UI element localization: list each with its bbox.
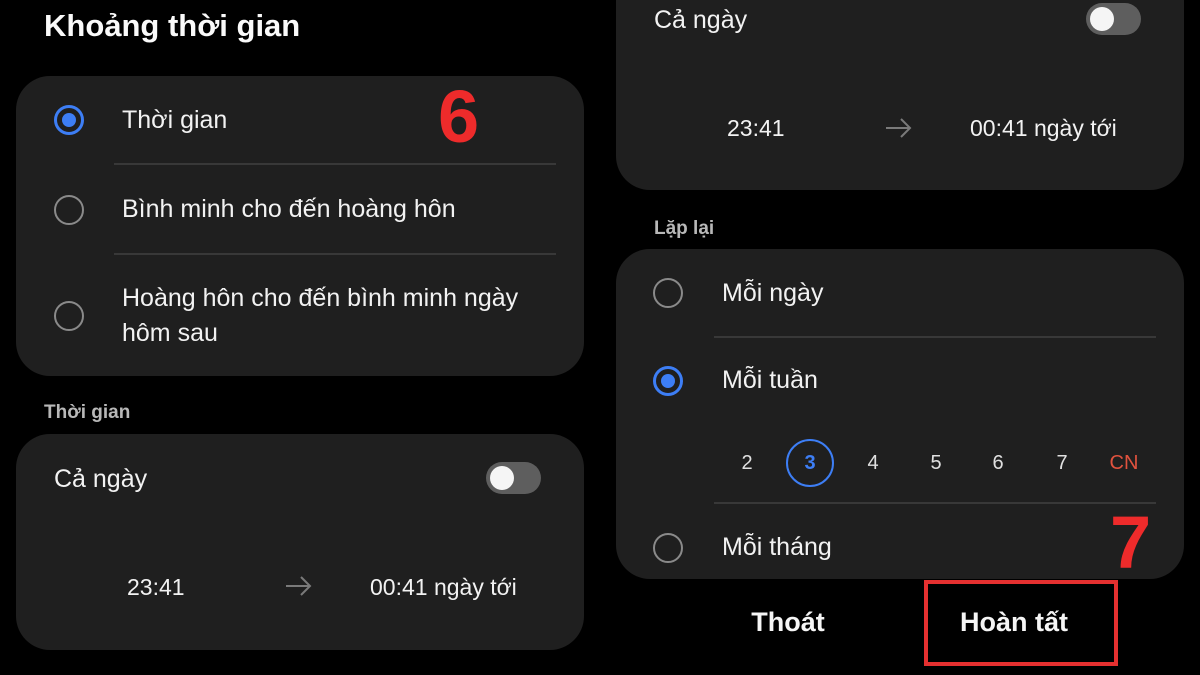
- radio-time[interactable]: [54, 105, 84, 135]
- option-time-label[interactable]: Thời gian: [122, 103, 227, 138]
- radio-weekly[interactable]: [653, 366, 683, 396]
- divider: [714, 336, 1156, 338]
- divider: [114, 163, 556, 165]
- repeat-card: Mỗi ngày Mỗi tuần 2 3 4 5 6 7 CN Mỗi thá…: [616, 249, 1184, 579]
- step-6-annotation: 6: [438, 75, 480, 158]
- page-title: Khoảng thời gian: [44, 8, 301, 43]
- weekday-3[interactable]: 3: [786, 439, 834, 487]
- option-daily-label[interactable]: Mỗi ngày: [722, 276, 823, 311]
- time-section-label: Thời gian: [44, 402, 131, 423]
- all-day-label: Cả ngày: [54, 465, 148, 493]
- radio-monthly[interactable]: [653, 533, 683, 563]
- radio-daily[interactable]: [653, 278, 683, 308]
- all-day-toggle[interactable]: [486, 462, 541, 494]
- start-time[interactable]: 23:41: [727, 115, 785, 142]
- repeat-section-label: Lặp lại: [654, 218, 715, 239]
- weekday-sunday[interactable]: CN: [1100, 439, 1148, 487]
- arrow-right-icon: [286, 576, 312, 596]
- all-day-label: Cả ngày: [654, 6, 748, 34]
- weekday-7[interactable]: 7: [1038, 439, 1086, 487]
- weekday-5[interactable]: 5: [912, 439, 960, 487]
- option-sunset-sunrise-label[interactable]: Hoàng hôn cho đến bình minh ngày hôm sau: [122, 281, 522, 351]
- radio-sunset-sunrise[interactable]: [54, 301, 84, 331]
- weekday-6[interactable]: 6: [974, 439, 1022, 487]
- right-time-card: Cả ngày 23:41 00:41 ngày tới: [616, 0, 1184, 190]
- all-day-toggle[interactable]: [1086, 3, 1141, 35]
- arrow-right-icon: [886, 118, 912, 138]
- weekday-4[interactable]: 4: [849, 439, 897, 487]
- radio-sunrise-sunset[interactable]: [54, 195, 84, 225]
- time-range-card: Thời gian Bình minh cho đến hoàng hôn Ho…: [16, 76, 584, 376]
- exit-button[interactable]: Thoát: [700, 607, 876, 638]
- option-sunrise-sunset-label[interactable]: Bình minh cho đến hoàng hôn: [122, 192, 456, 227]
- option-weekly-label[interactable]: Mỗi tuần: [722, 363, 818, 398]
- end-time[interactable]: 00:41 ngày tới: [370, 574, 517, 601]
- step-7-annotation: 7: [1110, 501, 1152, 584]
- time-card: Cả ngày 23:41 00:41 ngày tới: [16, 434, 584, 650]
- divider: [714, 502, 1156, 504]
- start-time[interactable]: 23:41: [127, 574, 185, 601]
- done-button-highlight: [924, 580, 1118, 666]
- divider: [114, 253, 556, 255]
- end-time[interactable]: 00:41 ngày tới: [970, 115, 1117, 142]
- weekday-2[interactable]: 2: [723, 439, 771, 487]
- option-monthly-label[interactable]: Mỗi tháng: [722, 530, 832, 565]
